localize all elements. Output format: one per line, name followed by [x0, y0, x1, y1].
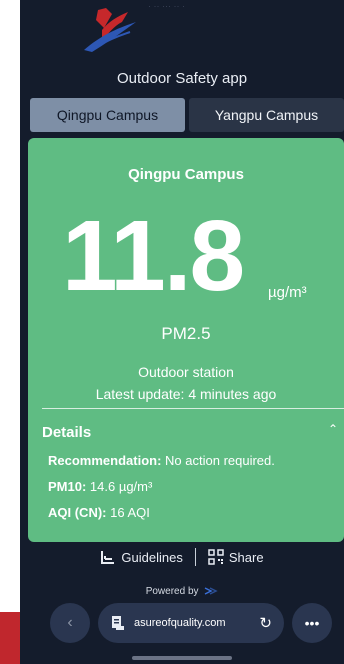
air-quality-card: Qingpu Campus 11.8 µg/m³ PM2.5 Outdoor s… [28, 138, 344, 542]
aqi-label: AQI (CN): [48, 505, 107, 520]
pollutant-label: PM2.5 [161, 324, 211, 343]
pm10-label: PM10: [48, 479, 87, 494]
app-title: Outdoor Safety app [116, 70, 248, 87]
divider [42, 408, 344, 409]
url-text: asureofquality.com [134, 617, 226, 629]
footer-separator [194, 548, 196, 566]
qr-code-icon [208, 549, 224, 565]
footer-links: Guidelines Share [20, 546, 344, 568]
card-campus-name: Qingpu Campus [128, 166, 244, 183]
powered-by: Powered by [20, 586, 344, 597]
tab-yangpu-campus[interactable]: Yangpu Campus [189, 98, 344, 132]
powered-by-label: Powered by [145, 586, 199, 597]
browser-toolbar: ‹ asureofquality.com ↻ ••• [20, 603, 344, 643]
guidelines-link[interactable]: Guidelines [100, 549, 183, 565]
guidelines-icon [101, 551, 115, 564]
recommendation-label: Recommendation: [48, 453, 162, 468]
app-logo: · ·· ··· ·· · [20, 0, 344, 62]
recommendation-row: Recommendation: No action required. [48, 453, 275, 468]
tab-qingpu-campus[interactable]: Qingpu Campus [30, 98, 185, 132]
pm25-value: 11.8 [62, 200, 245, 312]
recommendation-value: No action required. [165, 453, 275, 468]
back-button[interactable]: ‹ [50, 603, 90, 643]
aqi-row: AQI (CN): 16 AQI [48, 505, 150, 520]
last-update-label: Latest update: 4 minutes ago [95, 386, 277, 402]
pm25-unit: µg/m³ [268, 284, 307, 301]
phone-screen: · ·· ··· ·· · Outdoor Safety app Qingpu … [20, 0, 344, 664]
pm10-value: 14.6 µg/m³ [89, 479, 153, 494]
page-settings-icon [112, 616, 124, 630]
details-header[interactable]: Details [42, 424, 91, 441]
chevron-left-icon: ‹ [67, 614, 73, 631]
reload-icon[interactable]: ↻ [259, 614, 272, 632]
more-icon: ••• [304, 615, 320, 631]
station-label: Outdoor station [138, 364, 234, 380]
more-button[interactable]: ••• [292, 603, 332, 643]
pm10-row: PM10: 14.6 µg/m³ [48, 479, 152, 494]
home-indicator [132, 656, 232, 660]
chevron-up-icon[interactable]: ⌃ [328, 422, 338, 436]
share-label: Share [228, 549, 264, 565]
provider-logo-icon [204, 587, 218, 596]
aqi-value: 16 AQI [110, 505, 150, 520]
url-bar[interactable]: asureofquality.com ↻ [98, 603, 284, 643]
guidelines-label: Guidelines [121, 549, 183, 565]
share-link[interactable]: Share [208, 549, 264, 565]
campus-tabs: Qingpu Campus Yangpu Campus [30, 98, 344, 132]
svg-text:· ·· ··· ·· ·: · ·· ··· ·· · [148, 1, 185, 11]
